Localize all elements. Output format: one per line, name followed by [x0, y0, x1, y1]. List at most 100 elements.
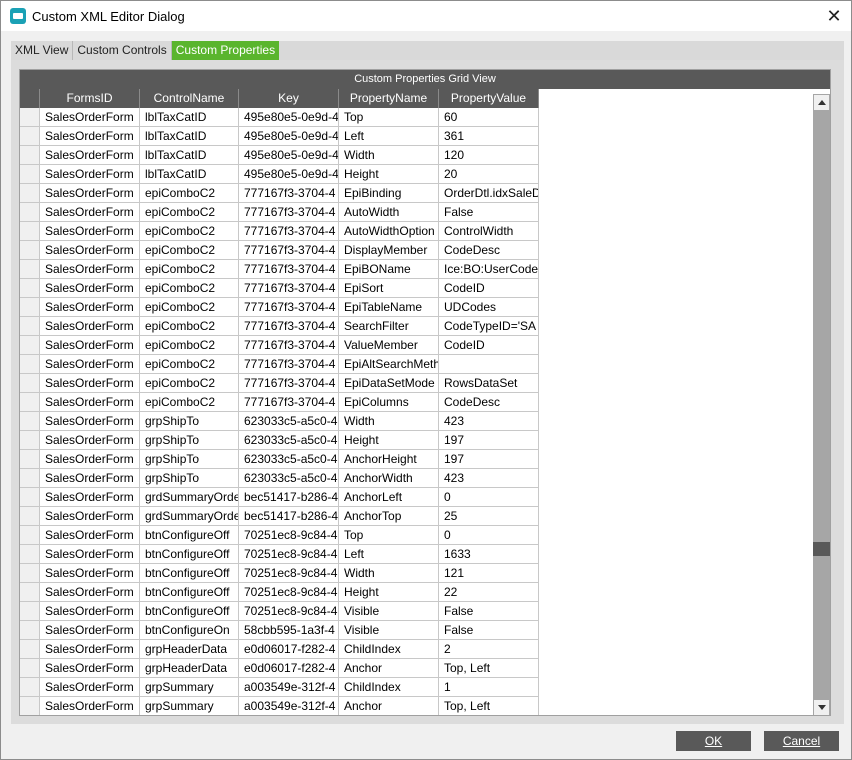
table-cell[interactable]: SalesOrderForm [40, 450, 140, 469]
table-cell[interactable]: Anchor [339, 697, 439, 715]
table-cell[interactable]: 2 [439, 640, 539, 659]
table-cell[interactable]: 777167f3-3704-4 [239, 298, 339, 317]
row-selector[interactable] [20, 469, 40, 488]
table-cell[interactable]: SalesOrderForm [40, 412, 140, 431]
row-selector[interactable] [20, 450, 40, 469]
table-row[interactable]: SalesOrderForm epiComboC2 777167f3-3704-4 V… [20, 336, 812, 355]
table-cell[interactable]: btnConfigureOff [140, 545, 239, 564]
table-cell[interactable]: SalesOrderForm [40, 488, 140, 507]
table-cell[interactable]: AnchorWidth [339, 469, 439, 488]
table-cell[interactable]: btnConfigureOff [140, 564, 239, 583]
table-row[interactable]: SalesOrderForm grpHeaderData e0d06017-f282… [20, 659, 812, 678]
table-cell[interactable]: lblTaxCatID [140, 165, 239, 184]
table-cell[interactable]: 70251ec8-9c84-4 [239, 583, 339, 602]
table-cell[interactable]: AnchorHeight [339, 450, 439, 469]
table-row[interactable]: SalesOrderForm grpShipTo 623033c5-a5c0-4 An… [20, 450, 812, 469]
row-selector[interactable] [20, 545, 40, 564]
table-cell[interactable]: grpSummary [140, 697, 239, 715]
table-cell[interactable]: EpiDataSetMode [339, 374, 439, 393]
table-cell[interactable]: Width [339, 412, 439, 431]
table-cell[interactable]: CodeDesc [439, 241, 539, 260]
row-selector[interactable] [20, 241, 40, 260]
row-selector[interactable] [20, 374, 40, 393]
table-cell[interactable]: btnConfigureOff [140, 602, 239, 621]
table-cell[interactable]: ChildIndex [339, 678, 439, 697]
table-cell[interactable]: 777167f3-3704-4 [239, 241, 339, 260]
table-cell[interactable]: epiComboC2 [140, 279, 239, 298]
table-cell[interactable]: SalesOrderForm [40, 602, 140, 621]
table-cell[interactable]: SalesOrderForm [40, 203, 140, 222]
table-cell[interactable]: 495e80e5-0e9d-4 [239, 146, 339, 165]
table-cell[interactable]: 495e80e5-0e9d-4 [239, 165, 339, 184]
table-cell[interactable]: ControlWidth [439, 222, 539, 241]
row-selector[interactable] [20, 412, 40, 431]
table-cell[interactable]: EpiColumns [339, 393, 439, 412]
table-cell[interactable]: Height [339, 583, 439, 602]
table-cell[interactable]: grpShipTo [140, 431, 239, 450]
table-cell[interactable]: grpHeaderData [140, 640, 239, 659]
scroll-up-button[interactable] [813, 94, 830, 111]
scroll-down-button[interactable] [813, 699, 830, 715]
table-cell[interactable]: EpiBOName [339, 260, 439, 279]
table-cell[interactable]: 777167f3-3704-4 [239, 336, 339, 355]
row-selector[interactable] [20, 336, 40, 355]
row-selector[interactable] [20, 184, 40, 203]
table-cell[interactable]: UDCodes [439, 298, 539, 317]
table-cell[interactable]: 777167f3-3704-4 [239, 260, 339, 279]
row-selector[interactable] [20, 393, 40, 412]
table-cell[interactable]: DisplayMember [339, 241, 439, 260]
table-cell[interactable]: Top [339, 526, 439, 545]
table-cell[interactable]: SalesOrderForm [40, 317, 140, 336]
table-cell[interactable]: 1633 [439, 545, 539, 564]
table-cell[interactable]: SalesOrderForm [40, 222, 140, 241]
table-cell[interactable]: SalesOrderForm [40, 469, 140, 488]
table-row[interactable]: SalesOrderForm epiComboC2 777167f3-3704-4 E… [20, 184, 812, 203]
table-cell[interactable]: Width [339, 564, 439, 583]
table-row[interactable]: SalesOrderForm grpShipTo 623033c5-a5c0-4 Wi… [20, 412, 812, 431]
table-cell[interactable]: SalesOrderForm [40, 393, 140, 412]
table-cell[interactable]: 777167f3-3704-4 [239, 222, 339, 241]
table-cell[interactable]: btnConfigureOff [140, 583, 239, 602]
table-cell[interactable]: SalesOrderForm [40, 621, 140, 640]
table-cell[interactable]: btnConfigureOn [140, 621, 239, 640]
column-header-formsid[interactable]: FormsID [40, 89, 140, 108]
table-cell[interactable]: 623033c5-a5c0-4 [239, 469, 339, 488]
table-cell[interactable]: 777167f3-3704-4 [239, 374, 339, 393]
table-cell[interactable]: 623033c5-a5c0-4 [239, 431, 339, 450]
row-selector[interactable] [20, 298, 40, 317]
table-cell[interactable]: 361 [439, 127, 539, 146]
table-cell[interactable]: 25 [439, 507, 539, 526]
table-cell[interactable]: 1 [439, 678, 539, 697]
table-cell[interactable]: epiComboC2 [140, 203, 239, 222]
row-selector[interactable] [20, 203, 40, 222]
table-cell[interactable]: epiComboC2 [140, 260, 239, 279]
table-row[interactable]: SalesOrderForm lblTaxCatID 495e80e5-0e9d-4… [20, 165, 812, 184]
table-cell[interactable]: Top [339, 108, 439, 127]
table-cell[interactable]: e0d06017-f282-4 [239, 640, 339, 659]
table-cell[interactable]: bec51417-b286-4 [239, 488, 339, 507]
table-cell[interactable]: epiComboC2 [140, 184, 239, 203]
table-cell[interactable]: Width [339, 146, 439, 165]
table-cell[interactable]: EpiSort [339, 279, 439, 298]
tab-xml-view[interactable]: XML View [11, 41, 74, 60]
table-cell[interactable]: epiComboC2 [140, 241, 239, 260]
table-row[interactable]: SalesOrderForm epiComboC2 777167f3-3704-4 A… [20, 203, 812, 222]
row-selector[interactable] [20, 659, 40, 678]
table-cell[interactable]: Top, Left [439, 697, 539, 715]
table-row[interactable]: SalesOrderForm epiComboC2 777167f3-3704-4 E… [20, 298, 812, 317]
table-row[interactable]: SalesOrderForm grpShipTo 623033c5-a5c0-4 He… [20, 431, 812, 450]
table-cell[interactable]: CodeID [439, 336, 539, 355]
table-cell[interactable]: SalesOrderForm [40, 184, 140, 203]
table-cell[interactable]: 423 [439, 469, 539, 488]
table-row[interactable]: SalesOrderForm epiComboC2 777167f3-3704-4 D… [20, 241, 812, 260]
table-cell[interactable]: 121 [439, 564, 539, 583]
table-cell[interactable]: lblTaxCatID [140, 108, 239, 127]
table-cell[interactable]: AnchorTop [339, 507, 439, 526]
vertical-scrollbar[interactable] [813, 94, 830, 715]
row-selector[interactable] [20, 108, 40, 127]
table-cell[interactable]: SalesOrderForm [40, 127, 140, 146]
table-cell[interactable]: epiComboC2 [140, 222, 239, 241]
table-cell[interactable]: EpiAltSearchMeth [339, 355, 439, 374]
table-row[interactable]: SalesOrderForm grdSummaryOrde bec51417-b28… [20, 507, 812, 526]
table-cell[interactable]: ChildIndex [339, 640, 439, 659]
